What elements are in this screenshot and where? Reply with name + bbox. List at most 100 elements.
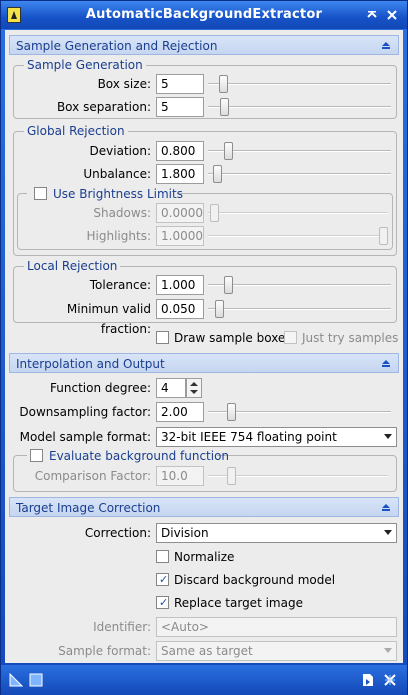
function-degree-input[interactable]: 4 — [156, 378, 186, 398]
slider-track — [208, 83, 391, 85]
bottom-toolbar — [1, 665, 407, 695]
slider-thumb[interactable] — [218, 75, 228, 93]
highlights-input[interactable]: 1.0000 — [156, 226, 204, 246]
evaluate-background-label[interactable]: Evaluate background function — [49, 449, 229, 463]
slider-track — [208, 150, 391, 152]
unbalance-input[interactable]: 1.800 — [156, 164, 204, 184]
spin-down-icon[interactable] — [190, 390, 198, 394]
normalize-label[interactable]: Normalize — [174, 550, 234, 564]
discard-background-model-label[interactable]: Discard background model — [174, 573, 335, 587]
slider-track — [208, 308, 391, 310]
group-title: Sample Generation — [24, 58, 146, 72]
chevron-down-icon[interactable] — [384, 648, 392, 653]
use-brightness-limits-label[interactable]: Use Brightness Limits — [53, 187, 183, 201]
select-value: Same as target — [161, 644, 253, 658]
reset-icon[interactable] — [383, 673, 397, 687]
tolerance-input[interactable]: 1.000 — [156, 275, 204, 295]
slider-thumb[interactable] — [226, 467, 236, 485]
slider-thumb[interactable] — [220, 98, 230, 116]
deviation-slider[interactable] — [208, 141, 391, 161]
just-try-samples-label[interactable]: Just try samples — [302, 331, 398, 345]
comparison-factor-input[interactable]: 10.0 — [156, 466, 204, 486]
title-bar[interactable]: AutomaticBackgroundExtractor — [1, 1, 407, 29]
slider-thumb[interactable] — [227, 403, 237, 421]
apply-global-icon[interactable] — [29, 673, 43, 687]
shadows-label: Shadows: — [93, 206, 151, 220]
correction-select[interactable]: Division — [156, 523, 397, 543]
replace-target-image-label[interactable]: Replace target image — [174, 596, 303, 610]
box-size-slider[interactable] — [208, 74, 391, 94]
draw-sample-boxes-label[interactable]: Draw sample boxes — [174, 331, 292, 345]
select-value: Division — [161, 526, 209, 540]
discard-background-model-checkbox[interactable]: ✓ — [156, 573, 169, 586]
box-size-label: Box size: — [97, 77, 151, 91]
downsampling-factor-slider[interactable] — [208, 402, 391, 422]
slider-thumb[interactable] — [213, 165, 223, 183]
slider-thumb[interactable] — [223, 276, 233, 294]
shade-button-icon[interactable] — [365, 8, 379, 22]
shadows-slider[interactable] — [208, 203, 388, 223]
downsampling-factor-input[interactable]: 2.00 — [156, 402, 204, 422]
function-degree-label: Function degree: — [50, 381, 151, 395]
unbalance-label: Unbalance: — [83, 167, 151, 181]
slider-thumb[interactable] — [223, 142, 233, 160]
slider-thumb[interactable] — [210, 204, 219, 222]
min-valid-fraction-input[interactable]: 0.050 — [156, 299, 204, 319]
chevron-down-icon[interactable] — [384, 434, 392, 439]
checkmark-icon: ✓ — [159, 596, 169, 609]
slider-thumb[interactable] — [379, 227, 388, 245]
section-header-interpolation-output[interactable]: Interpolation and Output — [9, 353, 399, 373]
highlights-slider[interactable] — [208, 226, 388, 246]
slider-track — [208, 106, 391, 108]
window-title: AutomaticBackgroundExtractor — [85, 7, 323, 22]
use-brightness-limits-checkbox[interactable] — [34, 187, 47, 200]
function-degree-spinner[interactable] — [186, 378, 202, 398]
downsampling-factor-label: Downsampling factor: — [19, 405, 151, 419]
new-instance-icon[interactable] — [9, 673, 23, 687]
min-valid-fraction-label: Minimun valid fraction: — [66, 302, 151, 336]
collapse-icon[interactable] — [380, 501, 392, 513]
box-separation-slider[interactable] — [208, 97, 391, 117]
comparison-factor-slider[interactable] — [208, 466, 388, 486]
close-icon[interactable] — [385, 8, 399, 22]
checkmark-icon: ✓ — [159, 573, 169, 586]
group-title: Global Rejection — [24, 124, 128, 138]
deviation-label: Deviation: — [89, 144, 151, 158]
tolerance-slider[interactable] — [208, 275, 391, 295]
collapse-icon[interactable] — [380, 39, 392, 51]
slider-track — [208, 235, 388, 237]
shadows-input[interactable]: 0.0000 — [156, 203, 204, 223]
model-sample-format-select[interactable]: 32-bit IEEE 754 floating point — [156, 427, 397, 447]
sample-format-label: Sample format: — [58, 644, 151, 658]
slider-track — [208, 284, 391, 286]
spin-up-icon[interactable] — [190, 382, 198, 386]
chevron-down-icon[interactable] — [384, 530, 392, 535]
slider-thumb[interactable] — [215, 300, 225, 318]
comparison-factor-label: Comparison Factor: — [34, 469, 151, 483]
section-title: Sample Generation and Rejection — [16, 39, 218, 53]
slider-track — [208, 212, 388, 214]
dialog-content: Sample Generation and Rejection Sample G… — [5, 30, 403, 663]
identifier-input[interactable]: <Auto> — [156, 617, 397, 637]
just-try-samples-checkbox[interactable] — [284, 331, 297, 344]
min-valid-fraction-slider[interactable] — [208, 299, 391, 319]
sample-format-select[interactable]: Same as target — [156, 641, 397, 661]
tolerance-label: Tolerance: — [89, 278, 151, 292]
box-separation-input[interactable]: 5 — [156, 97, 204, 117]
browse-documentation-icon[interactable] — [361, 673, 375, 687]
deviation-input[interactable]: 0.800 — [156, 141, 204, 161]
evaluate-background-checkbox[interactable] — [30, 449, 43, 462]
model-sample-format-label: Model sample format: — [19, 430, 151, 444]
collapse-icon[interactable] — [380, 357, 392, 369]
box-size-input[interactable]: 5 — [156, 74, 204, 94]
replace-target-image-checkbox[interactable]: ✓ — [156, 596, 169, 609]
normalize-checkbox[interactable] — [156, 550, 169, 563]
highlights-label: Highlights: — [86, 229, 151, 243]
section-header-target-image-correction[interactable]: Target Image Correction — [9, 497, 399, 517]
draw-sample-boxes-checkbox[interactable] — [156, 331, 169, 344]
group-title: Local Rejection — [24, 259, 121, 273]
section-header-sample-generation-rejection[interactable]: Sample Generation and Rejection — [9, 35, 399, 55]
unbalance-slider[interactable] — [208, 164, 391, 184]
select-value: 32-bit IEEE 754 floating point — [161, 430, 337, 444]
identifier-label: Identifier: — [93, 620, 151, 634]
